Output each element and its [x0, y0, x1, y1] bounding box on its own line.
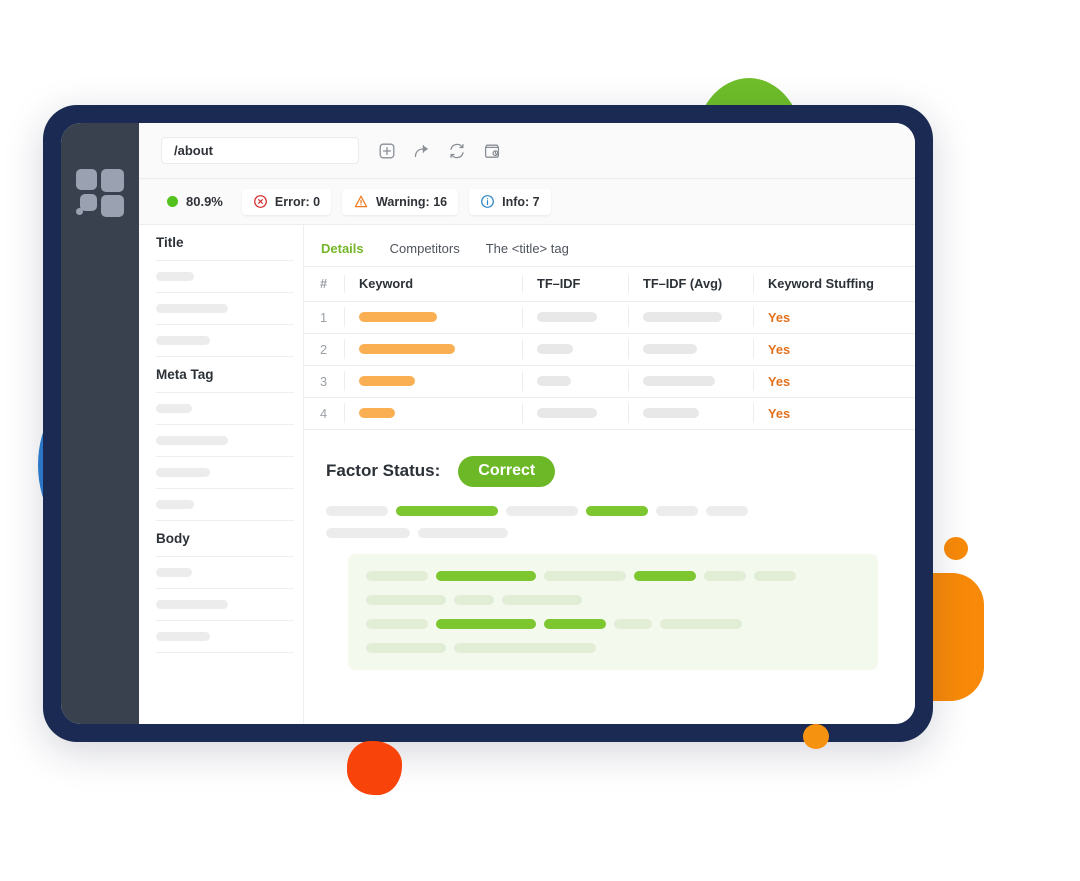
- cell-tfidf-avg: [628, 301, 753, 334]
- url-input-value: /about: [174, 143, 213, 158]
- th-tfidf: TF–IDF: [522, 267, 628, 302]
- nav-rail: [61, 123, 139, 724]
- schedule-calendar-icon[interactable]: [482, 141, 502, 161]
- cell-tfidf: [522, 365, 628, 398]
- url-input[interactable]: /about: [161, 137, 359, 164]
- factor-sidebar: Title Meta Tag Body: [139, 225, 304, 724]
- factor-row[interactable]: [156, 457, 294, 489]
- factor-status-row: Factor Status: Correct: [326, 455, 897, 487]
- share-arrow-icon[interactable]: [412, 141, 432, 161]
- cell-index: 3: [304, 365, 344, 398]
- cell-stuffing: Yes: [753, 301, 915, 334]
- error-circle-icon: [253, 194, 268, 209]
- info-circle-icon: [480, 194, 495, 209]
- status-bar: 80.9% Error: 0 Warning: 16 Info: 7: [139, 179, 915, 225]
- content-panel: Details Competitors The <title> tag # Ke…: [304, 225, 915, 724]
- factor-row[interactable]: [156, 393, 294, 425]
- tab-bar: Details Competitors The <title> tag: [304, 231, 915, 267]
- grid-dashboard-icon[interactable]: [76, 169, 124, 217]
- table-header-row: # Keyword TF–IDF TF–IDF (Avg) Keyword St…: [304, 267, 915, 302]
- factor-row[interactable]: [156, 589, 294, 621]
- cell-tfidf-avg: [628, 333, 753, 366]
- factor-row[interactable]: [156, 425, 294, 457]
- cell-keyword: [344, 333, 522, 366]
- main-body: Title Meta Tag Body Details Competitors …: [139, 225, 915, 724]
- device-screen: /about 80.9% Error: 0 Warning: 16 Info: …: [61, 123, 915, 724]
- orange-dot-bottom: [803, 724, 829, 749]
- tab-details[interactable]: Details: [321, 241, 364, 256]
- toolbar: /about: [139, 123, 915, 179]
- tab-competitors[interactable]: Competitors: [390, 241, 460, 256]
- cell-index: 2: [304, 333, 344, 366]
- factor-group-title: Title: [156, 225, 294, 261]
- factor-group-title: Body: [156, 521, 294, 557]
- cell-tfidf-avg: [628, 397, 753, 430]
- error-chip-label: Error: 0: [274, 194, 321, 209]
- table-row[interactable]: 4 Yes: [304, 397, 915, 430]
- warning-chip[interactable]: Warning: 16: [342, 188, 459, 215]
- cell-stuffing: Yes: [753, 333, 915, 366]
- cell-tfidf-avg: [628, 365, 753, 398]
- factor-status-label: Factor Status:: [326, 461, 441, 480]
- green-content-panel: [348, 553, 878, 670]
- table-row[interactable]: 1 Yes: [304, 301, 915, 334]
- cell-stuffing: Yes: [753, 397, 915, 430]
- factor-row[interactable]: [156, 325, 294, 357]
- table-row[interactable]: 2 Yes: [304, 333, 915, 366]
- app-area: /about 80.9% Error: 0 Warning: 16 Info: …: [139, 123, 915, 724]
- error-chip[interactable]: Error: 0: [241, 188, 332, 215]
- cell-index: 1: [304, 301, 344, 334]
- factor-row[interactable]: [156, 621, 294, 653]
- cell-tfidf: [522, 301, 628, 334]
- device-frame: /about 80.9% Error: 0 Warning: 16 Info: …: [43, 105, 933, 742]
- keyword-table: # Keyword TF–IDF TF–IDF (Avg) Keyword St…: [304, 267, 915, 430]
- factor-group-title: Meta Tag: [156, 357, 294, 393]
- factor-row[interactable]: [156, 557, 294, 589]
- factor-status-skeleton: [326, 505, 786, 538]
- tab-title-tag[interactable]: The <title> tag: [486, 241, 569, 256]
- screenshot-stage: /about 80.9% Error: 0 Warning: 16 Info: …: [0, 0, 1080, 881]
- th-tfidf-avg: TF–IDF (Avg): [628, 267, 753, 302]
- red-blob-bottom: [347, 741, 402, 795]
- cell-keyword: [344, 301, 522, 334]
- score-value: 80.9%: [186, 194, 223, 209]
- factor-row[interactable]: [156, 293, 294, 325]
- score-indicator: 80.9%: [159, 194, 231, 209]
- cell-keyword: [344, 397, 522, 430]
- cell-stuffing: Yes: [753, 365, 915, 398]
- table-row[interactable]: 3 Yes: [304, 365, 915, 398]
- th-index: #: [304, 267, 344, 302]
- warning-triangle-icon: [353, 194, 369, 209]
- refresh-sync-icon[interactable]: [447, 141, 467, 161]
- add-box-icon[interactable]: [377, 141, 397, 161]
- cell-tfidf: [522, 397, 628, 430]
- score-dot-icon: [167, 196, 178, 207]
- toolbar-icons: [377, 141, 502, 161]
- cell-keyword: [344, 365, 522, 398]
- info-chip-label: Info: 7: [502, 194, 540, 209]
- cell-index: 4: [304, 397, 344, 430]
- factor-row[interactable]: [156, 489, 294, 521]
- info-chip[interactable]: Info: 7: [469, 188, 551, 215]
- th-keyword-stuffing: Keyword Stuffing: [753, 267, 915, 302]
- factor-status-section: Factor Status: Correct: [304, 430, 915, 670]
- warning-chip-label: Warning: 16: [376, 194, 448, 209]
- cell-tfidf: [522, 333, 628, 366]
- factor-row[interactable]: [156, 261, 294, 293]
- orange-dot-right: [944, 537, 968, 560]
- status-badge: Correct: [458, 455, 556, 487]
- th-keyword: Keyword: [344, 267, 522, 302]
